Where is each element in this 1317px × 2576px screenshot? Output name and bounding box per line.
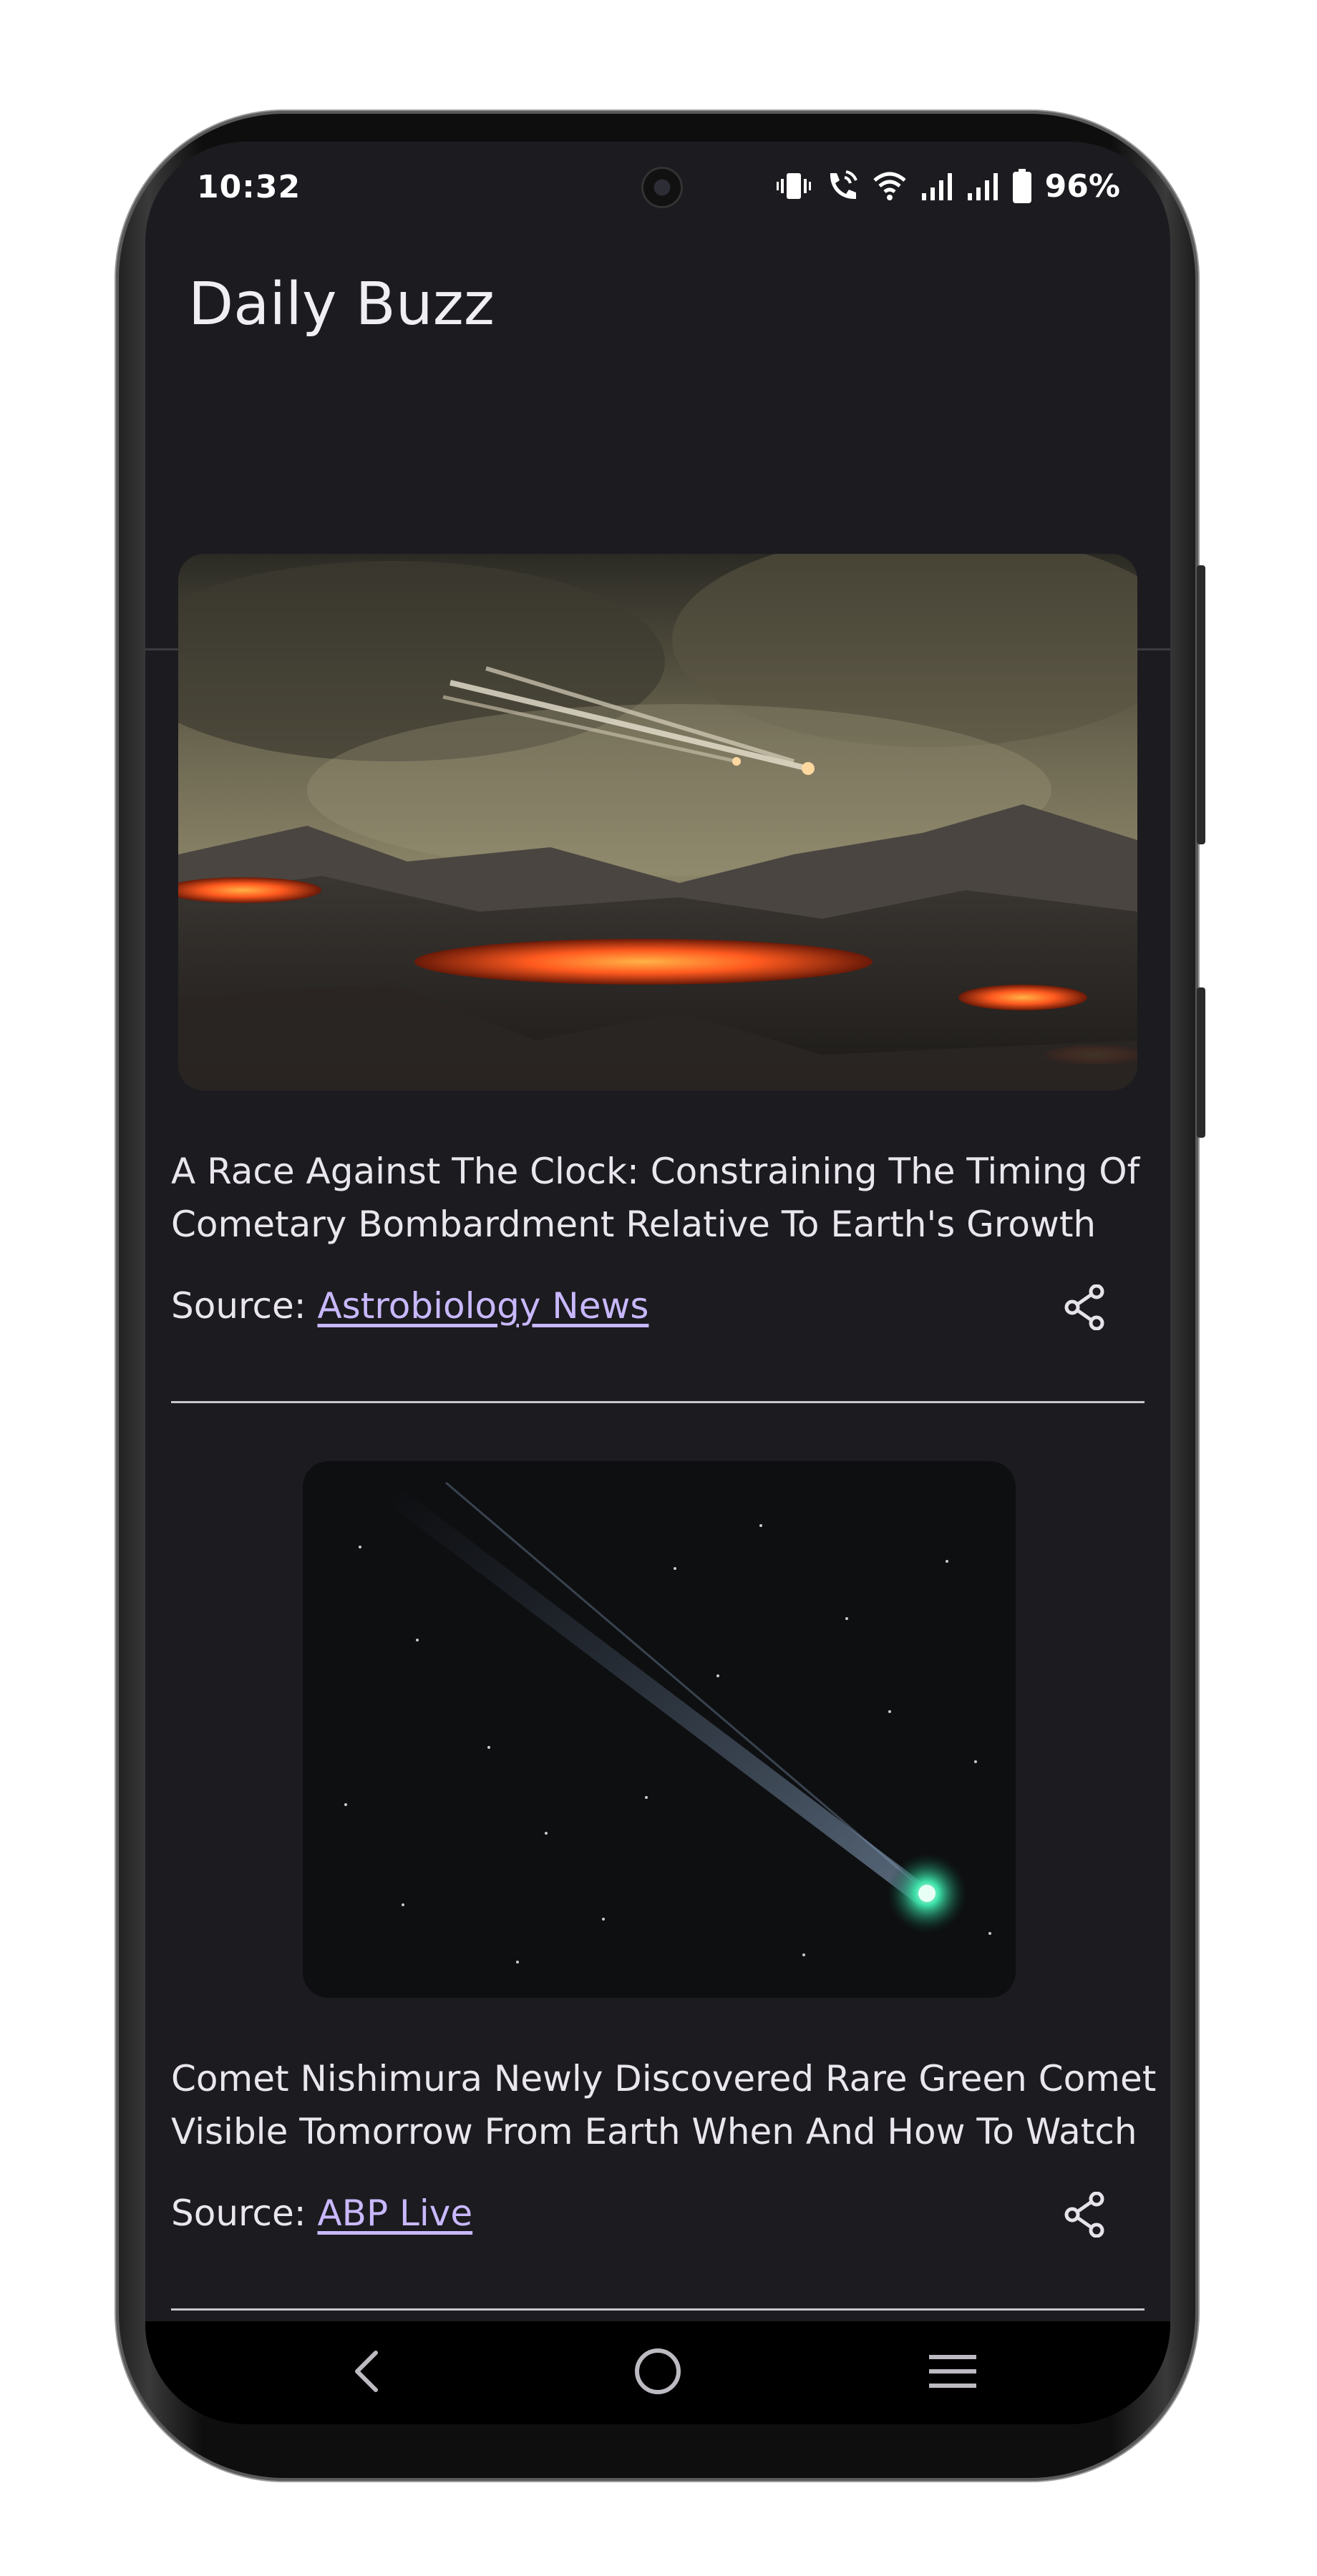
- share-button[interactable]: [1060, 2191, 1110, 2241]
- article-title[interactable]: Comet Nishimura Newly Discovered Rare Gr…: [171, 2052, 1159, 2158]
- share-icon: [1064, 2191, 1107, 2240]
- article-image[interactable]: [303, 1461, 1016, 1998]
- source-link[interactable]: ABP Live: [317, 2192, 472, 2234]
- power-button: [1197, 565, 1205, 844]
- article-card[interactable]: Comet Nishimura Newly Discovered Rare Gr…: [145, 142, 1170, 2311]
- home-icon: [633, 2346, 683, 2399]
- source-label: Source:: [171, 2192, 318, 2234]
- volume-button: [1197, 987, 1205, 1138]
- system-navigation-bar: [145, 2321, 1170, 2424]
- recents-button[interactable]: [917, 2337, 988, 2409]
- article-divider: [171, 2308, 1145, 2311]
- source-row: Source: ABP Live: [171, 2192, 472, 2234]
- back-icon: [350, 2348, 382, 2397]
- home-button[interactable]: [622, 2337, 694, 2409]
- back-button[interactable]: [330, 2337, 402, 2409]
- screen: 10:32 96% Daily Buzz A Race Against The …: [145, 142, 1170, 2424]
- recents-icon: [928, 2352, 978, 2394]
